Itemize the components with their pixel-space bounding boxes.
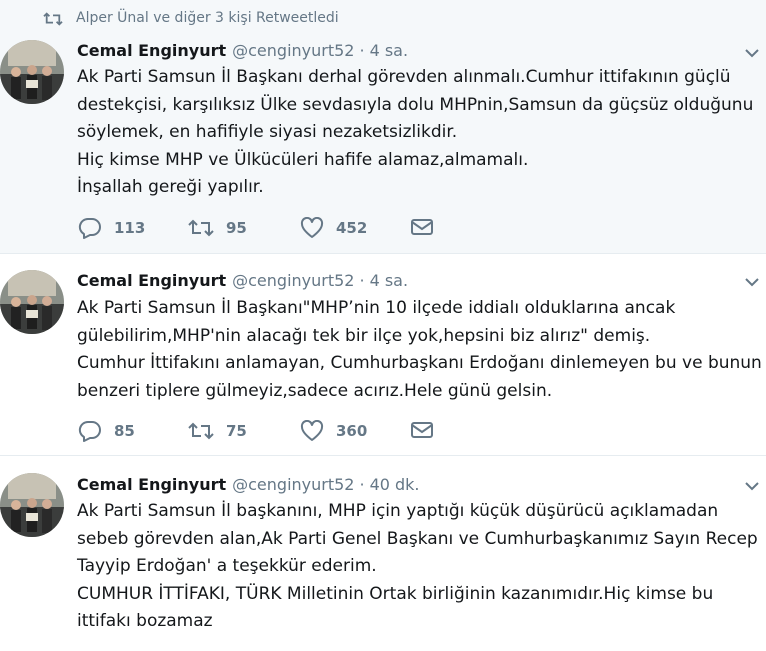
tweet-text-line: Ak Parti Samsun İl Başkanı derhal görevd…	[77, 67, 731, 87]
envelope-icon	[411, 219, 433, 235]
retweet-icon	[188, 422, 214, 440]
heart-icon	[300, 420, 324, 441]
separator-dot: ·	[359, 41, 365, 60]
separator-dot: ·	[359, 475, 365, 494]
reply-count: 113	[114, 219, 146, 237]
retweet-button[interactable]: 95	[188, 217, 247, 239]
retweet-count: 95	[226, 219, 247, 237]
author-name[interactable]: Cemal Enginyurt	[77, 41, 226, 60]
tweet-text-line: destekçisi, karşılıksız Ülke sevdasıyla …	[77, 94, 754, 115]
author-handle[interactable]: @cenginyurt52	[232, 271, 354, 290]
tweet-timestamp[interactable]: 4 sa.	[370, 41, 409, 60]
separator-dot: ·	[359, 271, 365, 290]
tweet-text-line: Hiç kimse MHP ve Ülkücüleri hafife alama…	[77, 149, 529, 170]
message-button[interactable]	[410, 420, 434, 440]
tweet-actions: 85 75 360	[78, 420, 758, 448]
tweet-text-line: benzeri tiplere gülmeyiz,sadece acırız.H…	[77, 380, 553, 401]
reply-button[interactable]: 85	[78, 420, 135, 442]
reply-button[interactable]: 113	[78, 217, 145, 239]
author-name[interactable]: Cemal Enginyurt	[77, 475, 226, 494]
author-handle[interactable]: @cenginyurt52	[232, 475, 354, 494]
reply-count: 85	[114, 422, 135, 440]
tweet-text-line: Ak Parti Samsun İl başkanını, MHP için y…	[77, 501, 719, 521]
message-button[interactable]	[410, 217, 434, 237]
avatar[interactable]	[0, 40, 64, 104]
author-name[interactable]: Cemal Enginyurt	[77, 271, 226, 290]
heart-icon	[300, 217, 324, 238]
reply-icon	[78, 217, 101, 239]
like-count: 452	[336, 219, 368, 237]
avatar[interactable]	[0, 473, 64, 537]
tweet-text: Ak Parti Samsun İl Başkanı"MHP’nin 10 il…	[77, 295, 765, 405]
author-handle[interactable]: @cenginyurt52	[232, 41, 354, 60]
tweet-text-line: Tayyip Erdoğan' a teşekkür ederim.	[77, 556, 377, 576]
tweet-text-line: gülebilirim,MHP'nin alacağı tek bir ilçe…	[77, 325, 651, 346]
tweet-text-line: sebeb görevden alan,Ak Parti Genel Başka…	[77, 528, 758, 549]
like-count: 360	[336, 422, 368, 440]
tweet-3[interactable]: Cemal Enginyurt @cenginyurt52 · 40 dk. A…	[0, 456, 766, 651]
avatar[interactable]	[0, 270, 64, 334]
tweet-header: Cemal Enginyurt @cenginyurt52 · 40 dk.	[77, 475, 420, 494]
chevron-down-icon[interactable]	[744, 276, 760, 288]
tweet-header: Cemal Enginyurt @cenginyurt52 · 4 sa.	[77, 271, 408, 290]
tweet-text: Ak Parti Samsun İl Başkanı derhal görevd…	[77, 64, 765, 202]
tweet-text-line: Cumhur İttifakını anlamayan, Cumhurbaşka…	[77, 353, 762, 373]
tweet-actions: 113 95 452	[78, 217, 758, 245]
retweet-count: 75	[226, 422, 247, 440]
retweet-context-text: Alper Ünal ve diğer 3 kişi Retweetledi	[76, 10, 339, 26]
tweet-1[interactable]: Alper Ünal ve diğer 3 kişi Retweetledi C…	[0, 0, 766, 254]
chevron-down-icon[interactable]	[744, 480, 760, 492]
retweet-icon	[43, 12, 63, 26]
tweet-text-line: ittifakı bozamaz	[77, 611, 213, 631]
tweet-text: Ak Parti Samsun İl başkanını, MHP için y…	[77, 498, 765, 636]
chevron-down-icon[interactable]	[744, 47, 760, 59]
tweet-timestamp[interactable]: 4 sa.	[370, 271, 409, 290]
tweet-header: Cemal Enginyurt @cenginyurt52 · 4 sa.	[77, 41, 408, 60]
like-button[interactable]: 360	[300, 420, 367, 442]
tweet-text-line: İnşallah gereği yapılır.	[77, 177, 264, 197]
tweet-2[interactable]: Cemal Enginyurt @cenginyurt52 · 4 sa. Ak…	[0, 254, 766, 456]
tweet-timestamp[interactable]: 40 dk.	[370, 475, 420, 494]
tweet-text-line: Ak Parti Samsun İl Başkanı"MHP’nin 10 il…	[77, 298, 676, 318]
tweet-text-line: söylemek, en hafifiyle siyasi nezaketsiz…	[77, 122, 458, 142]
tweet-text-line: CUMHUR İTTİFAKI, TÜRK Milletinin Ortak b…	[77, 583, 714, 604]
envelope-icon	[411, 422, 433, 438]
reply-icon	[78, 420, 101, 442]
retweet-button[interactable]: 75	[188, 420, 247, 442]
like-button[interactable]: 452	[300, 217, 367, 239]
retweet-icon	[188, 219, 214, 237]
